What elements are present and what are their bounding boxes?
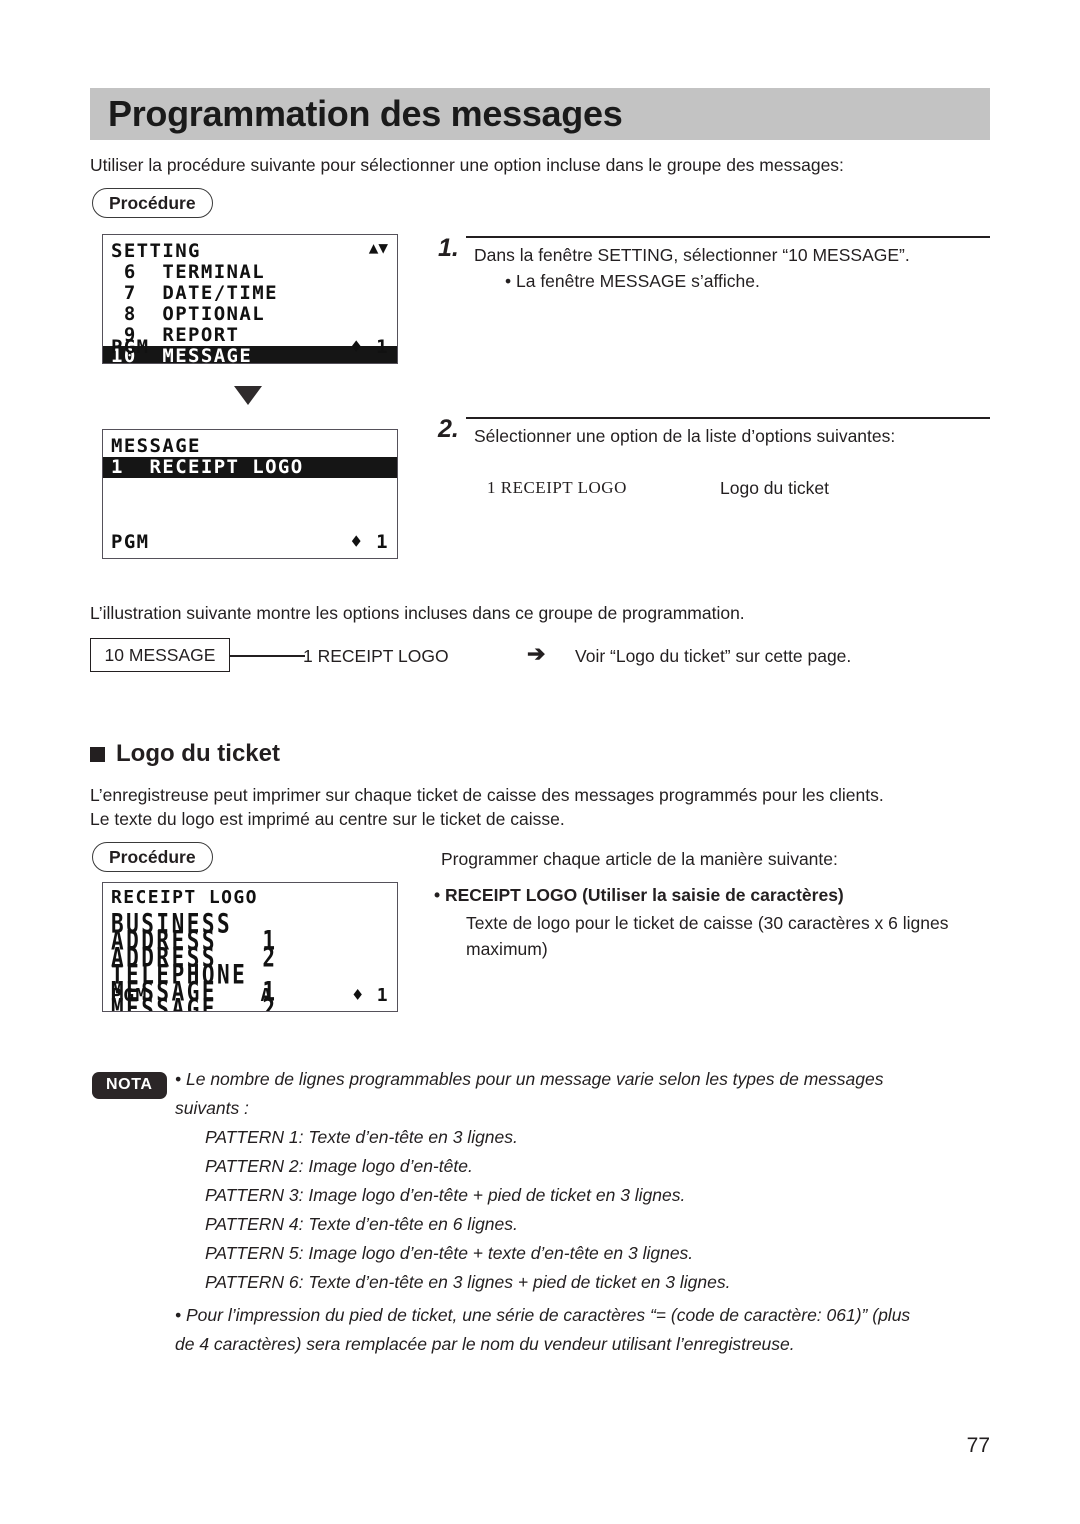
flow-down-arrow-icon: [234, 386, 262, 405]
nota-pattern-item: PATTERN 3: Image logo d’en-tête + pied d…: [205, 1185, 686, 1205]
lcd-setting-mode: PGM: [111, 336, 150, 358]
nota-pattern-item: PATTERN 6: Texte d’en-tête en 3 lignes +…: [205, 1272, 731, 1292]
page-title: Programmation des messages: [108, 93, 623, 134]
step-2-rule: [466, 417, 990, 419]
step-1-text: Dans la fenêtre SETTING, sélectionner “1…: [474, 245, 910, 265]
flow-right-arrow-icon: ➔: [527, 641, 546, 666]
nota-pattern-item: PATTERN 4: Texte d’en-tête en 6 lignes.: [205, 1214, 518, 1234]
lcd-message-clerk: ♦ 1: [350, 531, 389, 553]
logo-section-instruction: Programmer chaque article de la manière …: [441, 849, 838, 869]
lcd-setting-status-bar: PGM ♦ 1: [111, 336, 389, 358]
flow-reference-text: Voir “Logo du ticket” sur cette page.: [575, 646, 852, 666]
procedure-label-1: Procédure: [92, 188, 213, 218]
illustration-lead-text: L’illustration suivante montre les optio…: [90, 603, 745, 623]
lcd-setting-row: 8 OPTIONAL: [111, 303, 266, 325]
logo-section-para-line-2: Le texte du logo est imprimé au centre s…: [90, 809, 565, 829]
scroll-updown-icon: ▲▼: [368, 238, 388, 257]
page-number: 77: [966, 1434, 990, 1457]
lcd-message-row-selected: 1 RECEIPT LOGO: [103, 457, 397, 478]
nota-pattern-item: PATTERN 2: Image logo d’en-tête.: [205, 1156, 473, 1176]
procedure-label-2: Procédure: [92, 842, 213, 872]
logo-section-item-desc-line-2: maximum): [466, 939, 548, 959]
lcd-screen-message: MESSAGE 1 RECEIPT LOGO PGM ♦ 1: [102, 429, 398, 559]
lcd-setting-row: 6 TERMINAL: [111, 261, 266, 283]
step-2-option-code: 1 RECEIPT LOGO: [487, 478, 627, 497]
section-heading-logo-du-ticket: Logo du ticket: [90, 740, 280, 768]
nota-bullet-1-line-1: • Le nombre de lignes programmables pour…: [175, 1069, 884, 1089]
step-1-rule: [466, 236, 990, 238]
nota-pattern-item: PATTERN 5: Image logo d’en-tête + texte …: [205, 1243, 694, 1263]
lcd-message-status-bar: PGM ♦ 1: [111, 531, 389, 553]
lcd-message-mode: PGM: [111, 531, 150, 553]
step-2-text: Sélectionner une option de la liste d’op…: [474, 426, 896, 446]
logo-section-item-desc-line-1: Texte de logo pour le ticket de caisse (…: [466, 913, 949, 933]
logo-section-item-title: • RECEIPT LOGO (Utiliser la saisie de ca…: [434, 885, 844, 905]
lcd-receipt-logo-clerk: ♦ 1: [352, 985, 389, 1006]
step-1-bullet: • La fenêtre MESSAGE s’affiche.: [505, 271, 760, 291]
nota-content: • Le nombre de lignes programmables pour…: [175, 1065, 990, 1359]
step-1-number: 1.: [438, 234, 459, 262]
page-title-bar: Programmation des messages: [90, 88, 990, 140]
nota-bullet-1-line-2: suivants :: [175, 1098, 249, 1118]
bullet-square-icon: [90, 746, 105, 762]
logo-section-para-line-1: L’enregistreuse peut imprimer sur chaque…: [90, 785, 884, 805]
lcd-setting-clerk: ♦ 1: [350, 336, 389, 358]
lcd-receipt-logo-mode: PGM: [111, 985, 148, 1006]
nota-pattern-item: PATTERN 1: Texte d’en-tête en 3 lignes.: [205, 1127, 518, 1147]
flow-box-message-group: 10 MESSAGE: [90, 638, 230, 672]
lcd-message-header: MESSAGE: [111, 435, 201, 457]
lcd-receipt-logo-caps-indicator: A: [260, 985, 273, 1006]
nota-badge: NOTA: [92, 1072, 167, 1099]
lcd-screen-setting: SETTING ▲▼ 6 TERMINAL 7 DATE/TIME 8 OPTI…: [102, 234, 398, 364]
section-heading-label: Logo du ticket: [116, 740, 280, 767]
flow-item-receipt-logo: 1 RECEIPT LOGO: [303, 646, 449, 666]
intro-lead-text: Utiliser la procédure suivante pour séle…: [90, 155, 844, 175]
step-2-number: 2.: [438, 415, 459, 443]
nota-bullet-2-line-2: de 4 caractères) sera remplacée par le n…: [175, 1334, 795, 1354]
step-2-option-desc: Logo du ticket: [720, 478, 829, 498]
flow-connector-line: [230, 655, 305, 657]
lcd-receipt-logo-status-bar: PGM A ♦ 1: [111, 985, 389, 1006]
lcd-setting-header: SETTING: [111, 240, 201, 262]
lcd-receipt-logo-header: RECEIPT LOGO: [111, 887, 258, 908]
nota-bullet-2-line-1: • Pour l’impression du pied de ticket, u…: [175, 1305, 911, 1325]
lcd-setting-row: 7 DATE/TIME: [111, 282, 278, 304]
lcd-screen-receipt-logo: RECEIPT LOGO BUSINESS ADDRESS 1 ADDRESS …: [102, 882, 398, 1012]
